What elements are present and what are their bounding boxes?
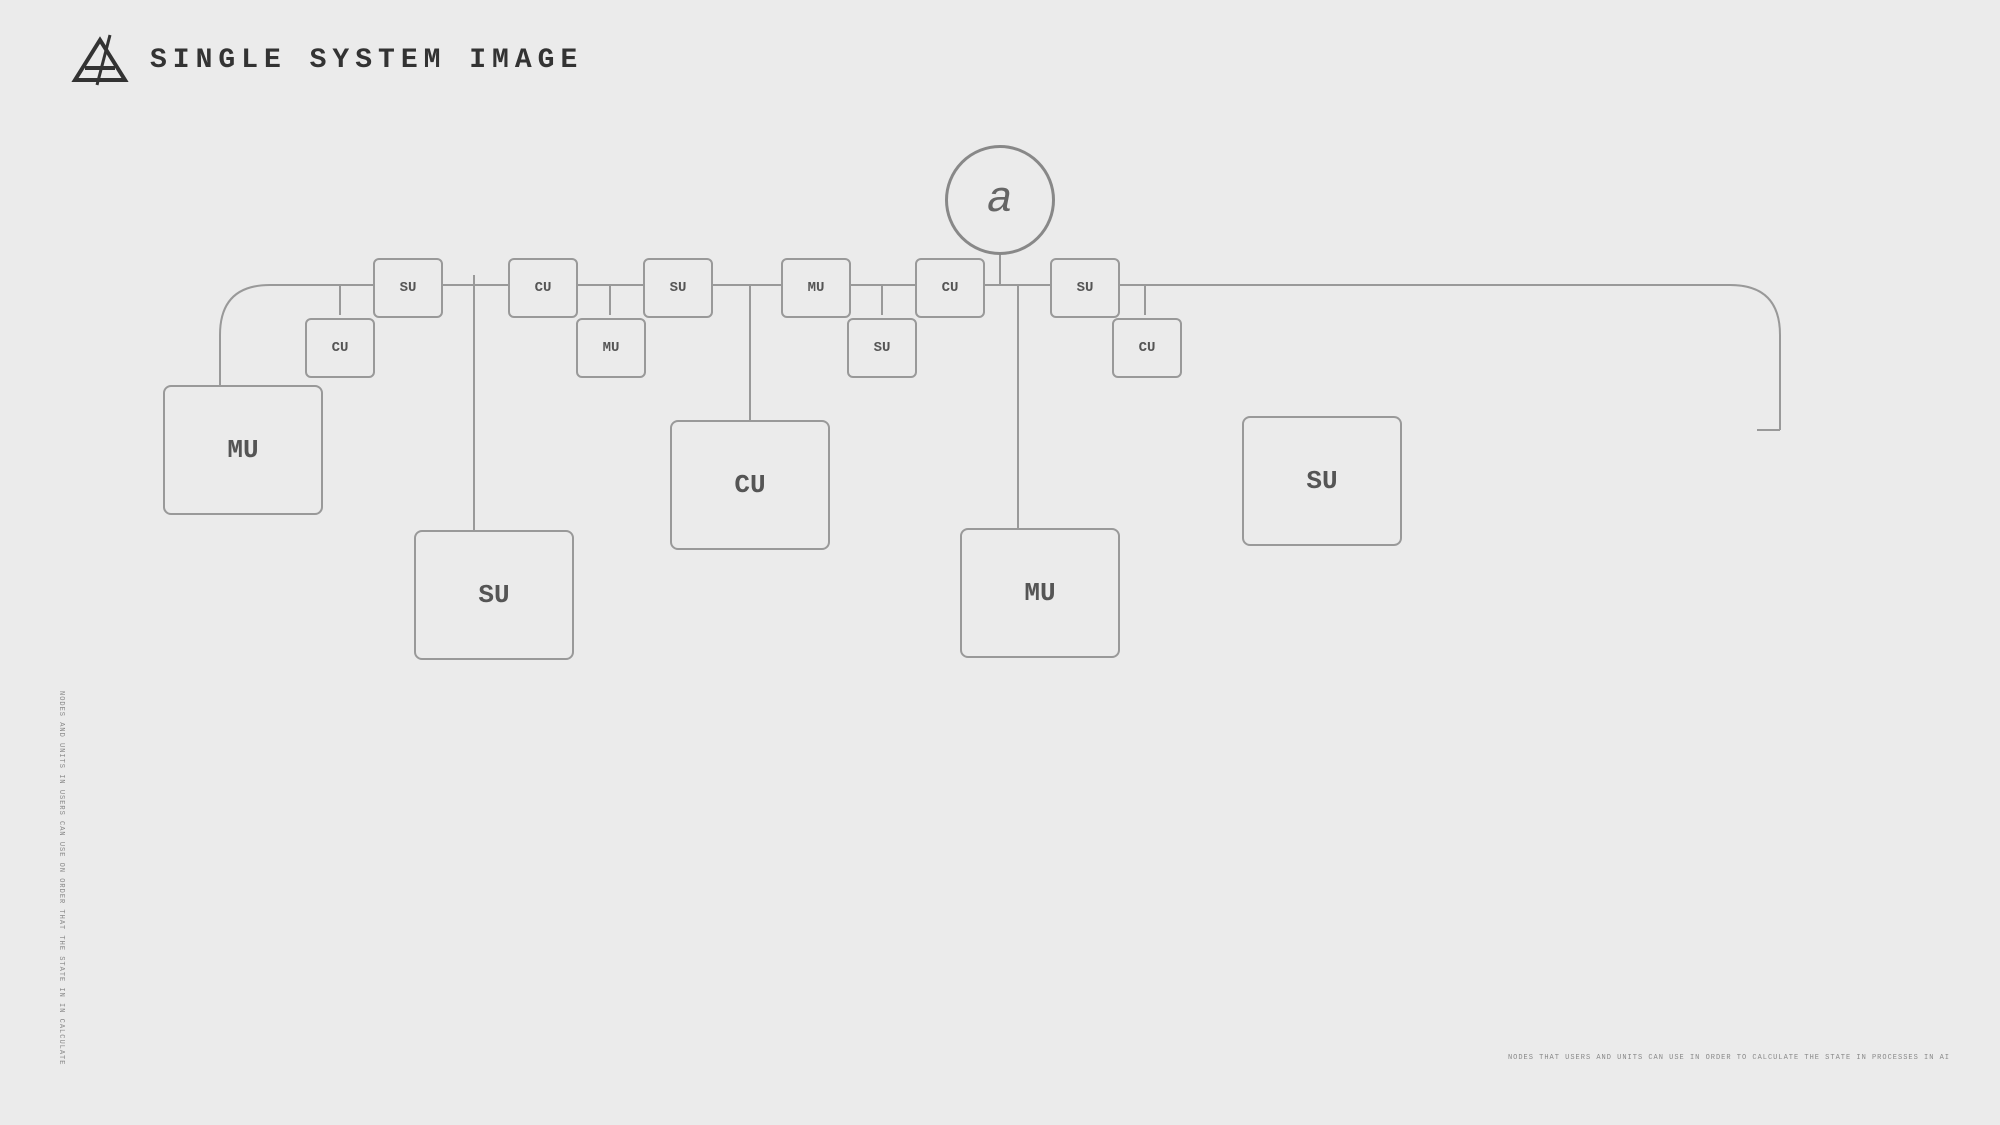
annotation-left: NODES AND UNITS IN USERS CAN USE ON ORDE… bbox=[55, 691, 65, 1065]
node-label: SU bbox=[478, 580, 509, 610]
node-label: SU bbox=[400, 280, 417, 296]
annotation-right: NODES THAT USERS AND UNITS CAN USE IN OR… bbox=[1508, 1052, 1950, 1065]
node-label: CU bbox=[535, 280, 552, 296]
node-mu-left: MU bbox=[163, 385, 323, 515]
node-cu-right: CU bbox=[915, 258, 985, 318]
node-label: CU bbox=[734, 470, 765, 500]
node-label: MU bbox=[1024, 578, 1055, 608]
node-label: CU bbox=[1139, 340, 1156, 356]
root-label: a bbox=[987, 175, 1013, 225]
node-cu-mid-left: CU bbox=[508, 258, 578, 318]
node-label: CU bbox=[942, 280, 959, 296]
node-mu-small: MU bbox=[576, 318, 646, 378]
node-label: SU bbox=[874, 340, 891, 356]
node-label: MU bbox=[603, 340, 620, 356]
node-label: SU bbox=[1306, 466, 1337, 496]
node-label: MU bbox=[808, 280, 825, 296]
root-node: a bbox=[945, 145, 1055, 255]
header: SINGLE SYSTEM IMAGE bbox=[50, 30, 583, 90]
node-cu-far-right: CU bbox=[1112, 318, 1182, 378]
node-su-far-right-top: SU bbox=[1050, 258, 1120, 318]
page-title: SINGLE SYSTEM IMAGE bbox=[150, 45, 583, 76]
node-mu-bottom-right: MU bbox=[960, 528, 1120, 658]
node-label: CU bbox=[332, 340, 349, 356]
node-su-bottom-left: SU bbox=[414, 530, 574, 660]
node-mu-right-sm: MU bbox=[781, 258, 851, 318]
node-label: SU bbox=[1077, 280, 1094, 296]
node-label: MU bbox=[227, 435, 258, 465]
node-label: SU bbox=[670, 280, 687, 296]
node-su-right-lg: SU bbox=[1242, 416, 1402, 546]
node-su-right2: SU bbox=[847, 318, 917, 378]
node-cu-center: CU bbox=[670, 420, 830, 550]
logo bbox=[50, 30, 130, 90]
node-su-center-left: SU bbox=[643, 258, 713, 318]
node-su-left: SU bbox=[373, 258, 443, 318]
node-cu-left2: CU bbox=[305, 318, 375, 378]
